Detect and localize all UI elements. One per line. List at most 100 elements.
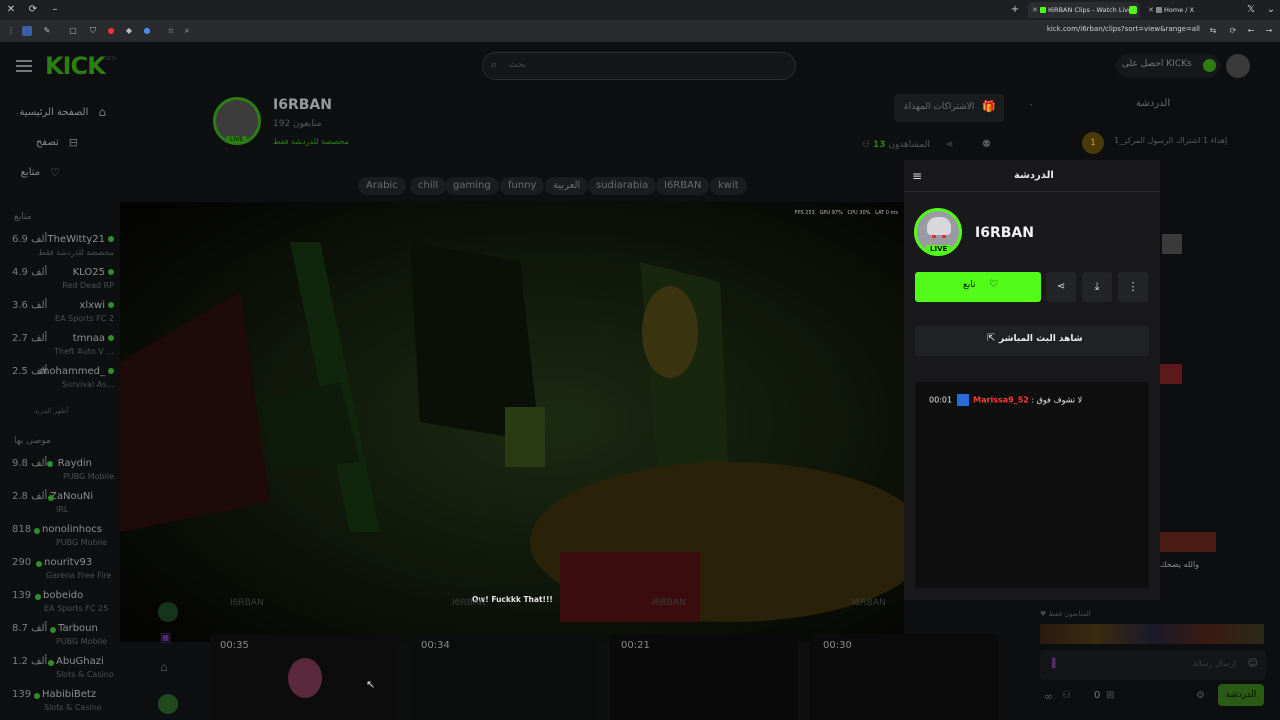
tag[interactable]: sudiarabia xyxy=(588,177,657,195)
lat-stat: LAT 0 ms xyxy=(875,210,898,216)
search-icon[interactable]: ⌕ xyxy=(180,24,194,38)
x-logo-icon: 𝕏 xyxy=(1246,4,1256,15)
follow-user-icon[interactable]: ⚉ xyxy=(982,139,991,150)
back-icon[interactable]: ← xyxy=(1244,24,1258,38)
extension-icon[interactable]: ✎ xyxy=(40,24,54,38)
kick-logo[interactable]: KICK xyxy=(45,52,106,80)
channel-game: EA Sports FC 2 xyxy=(54,314,114,323)
tabs-icon[interactable]: ⇆ xyxy=(1206,24,1220,38)
sidebar-item-browse[interactable]: تصفح ⊟ xyxy=(14,132,78,152)
chat-message-input[interactable]: ▌ إرسال رسالة ☺ xyxy=(1040,650,1266,680)
new-tab-icon[interactable]: + xyxy=(1004,0,1026,20)
forward-icon[interactable]: → xyxy=(1262,24,1276,38)
extension-icon[interactable] xyxy=(22,26,32,36)
globe-icon[interactable]: ● xyxy=(140,24,154,38)
clip-info-modal: ≡ الدردشة LIVE I6RBAN تابع ♡ ⋖ ⤓ ⋮ شاهد … xyxy=(904,160,1160,600)
live-dot-icon xyxy=(48,660,54,666)
tag[interactable]: kwit xyxy=(710,177,747,195)
emote-picker-icon[interactable]: ▌ xyxy=(1052,659,1059,669)
search-bar[interactable]: ⌕ بحث xyxy=(482,52,796,80)
kick-page: KICK BETA ⌕ بحث احصل على KICKs الصفحة ال… xyxy=(0,42,1280,720)
browser-address-bar: ⋮ ✎ ▢ ⛉ ● ◆ ● ☆ ⌕ kick.com/i6rban/clips?… xyxy=(0,20,1280,42)
square-icon[interactable]: ▢ xyxy=(66,24,80,38)
send-chat-button[interactable]: الدردشة xyxy=(1218,684,1264,706)
tab-i6rban-clips[interactable]: ✕ I6RBAN Clips - Watch Live xyxy=(1028,2,1140,18)
video-frame-image xyxy=(120,202,904,642)
chevron-down-icon[interactable]: ⌄ xyxy=(1260,0,1280,20)
tag[interactable]: I6RBAN xyxy=(656,177,710,195)
sidebar-channel[interactable]: 290 nouritv93 Garena Free Fire xyxy=(0,557,120,590)
tag[interactable]: العربية xyxy=(545,177,589,195)
smiley-icon[interactable]: ☺ xyxy=(1248,658,1258,669)
modal-channel-name[interactable]: I6RBAN xyxy=(975,225,1034,241)
minimize-icon[interactable]: – xyxy=(44,0,66,20)
tag[interactable]: Arabic xyxy=(358,177,406,195)
pinned-badge: 1 xyxy=(1082,132,1104,154)
live-dot-icon xyxy=(34,693,40,699)
sidebar-channel[interactable]: 2.7 ألف tmnaa Theft Auto V ... xyxy=(0,333,120,366)
rail-icon[interactable]: ▣ xyxy=(160,630,171,644)
get-kicks-button[interactable]: احصل على KICKs xyxy=(1116,54,1220,78)
share-button[interactable]: ⋖ xyxy=(1046,272,1076,302)
tab-home-x[interactable]: ✕ Home / X xyxy=(1144,2,1224,18)
gpu-stat: GPU 97% xyxy=(819,210,843,216)
gift-icon[interactable]: ⊞ xyxy=(1106,690,1114,701)
users-icon[interactable]: ⚇ xyxy=(1062,690,1071,701)
sidebar-channel[interactable]: 6.9 ألف TheWitty21 مخصصة للدردشة فقط xyxy=(0,234,120,267)
viewer-label: المشاهدون xyxy=(888,140,931,150)
sidebar-item-following[interactable]: متابع ♡ xyxy=(14,162,60,182)
rail-icon[interactable]: ⌂ xyxy=(160,660,168,674)
reload-icon[interactable]: ⟳ xyxy=(1226,24,1240,38)
points-icon[interactable]: ∞ xyxy=(1044,690,1053,703)
tag[interactable]: gaming xyxy=(445,177,499,195)
sidebar-channel[interactable]: 4.9 ألف KLO25 Red Dead RP xyxy=(0,267,120,300)
diamond-icon[interactable]: ◆ xyxy=(122,24,136,38)
menu-dots-icon[interactable]: ⋮ xyxy=(4,24,18,38)
sidebar-channel[interactable]: 9.8 ألف Raydin PUBG Mobile xyxy=(0,458,120,491)
sidebar-channel[interactable]: 818 nonolinhocs PUBG Mobile xyxy=(0,524,120,557)
sidebar-channel[interactable]: 8.7 ألف Tarboun PUBG Mobile xyxy=(0,623,120,656)
clip-video-player[interactable]: FPS 253 GPU 97% CPU 30% LAT 0 ms Ow! Fuc… xyxy=(120,202,904,642)
download-button[interactable]: ⤓ xyxy=(1082,272,1112,302)
sidebar-item-home[interactable]: الصفحة الرئيسية ⌂ xyxy=(14,102,106,122)
collapse-icon[interactable]: ≡ xyxy=(912,169,922,183)
more-options-button[interactable]: ⋮ xyxy=(1118,272,1148,302)
settings-gear-icon[interactable]: ⚙ xyxy=(1196,690,1205,701)
reload-icon[interactable]: ⟳ xyxy=(22,0,44,20)
emote-bar[interactable] xyxy=(1040,624,1264,644)
channel-game: Garena Free Fire xyxy=(46,571,112,580)
tag[interactable]: chill xyxy=(410,177,447,195)
live-badge: LIVE xyxy=(226,136,248,143)
share-icon[interactable]: ⋖ xyxy=(946,140,954,150)
channel-game: Survival As... xyxy=(61,380,114,389)
url-text[interactable]: kick.com/i6rban/clips?sort=view&range=al… xyxy=(1047,25,1200,33)
show-more-link[interactable]: أظهر المزيد xyxy=(34,407,68,415)
rail-avatar[interactable] xyxy=(158,602,178,622)
follow-button[interactable]: تابع ♡ xyxy=(915,272,1041,302)
shield-icon[interactable]: ⛉ xyxy=(86,24,100,38)
category-link[interactable]: مخصصة للدردشة فقط xyxy=(273,137,349,146)
star-icon[interactable]: ☆ xyxy=(164,24,178,38)
following-heading: متابع xyxy=(14,212,32,222)
channel-name: tmnaa xyxy=(73,333,114,344)
sidebar-channel[interactable]: 2.8 ألف ZaNouNi IRL xyxy=(0,491,120,524)
sidebar-channel[interactable]: 2.5 ألف mohammed_ Survival As... xyxy=(0,366,120,399)
watch-live-button[interactable]: شاهد البث المباشر ⇱ xyxy=(915,326,1149,356)
tag[interactable]: funny xyxy=(500,177,545,195)
sidebar-channel[interactable]: 139 HabibiBetz Slots & Casino xyxy=(0,689,120,720)
sidebar-channel[interactable]: 139 bobeido EA Sports FC 25 xyxy=(0,590,120,623)
channel-game: Red Dead RP xyxy=(62,281,114,290)
close-tab-icon[interactable]: ✕ xyxy=(1032,2,1038,18)
sidebar-channel[interactable]: 3.6 ألف xlxwi EA Sports FC 2 xyxy=(0,300,120,333)
user-avatar[interactable] xyxy=(1226,54,1250,78)
close-tab-icon[interactable]: ✕ xyxy=(1148,2,1154,18)
rail-avatar[interactable] xyxy=(158,694,178,714)
close-window-icon[interactable]: ✕ xyxy=(0,0,22,20)
sidebar-channel[interactable]: 1.2 ألف AbuGhazi Slots & Casino xyxy=(0,656,120,689)
viewer-number: 13 xyxy=(872,140,886,150)
channel-avatar[interactable]: LIVE xyxy=(213,97,261,145)
channel-game: Theft Auto V ... xyxy=(54,347,114,356)
gift-subs-button[interactable]: الاشتراكات المهداة 🎁 xyxy=(894,94,1004,122)
extension-red-icon[interactable]: ● xyxy=(104,24,118,38)
hamburger-menu-icon[interactable] xyxy=(16,60,32,72)
